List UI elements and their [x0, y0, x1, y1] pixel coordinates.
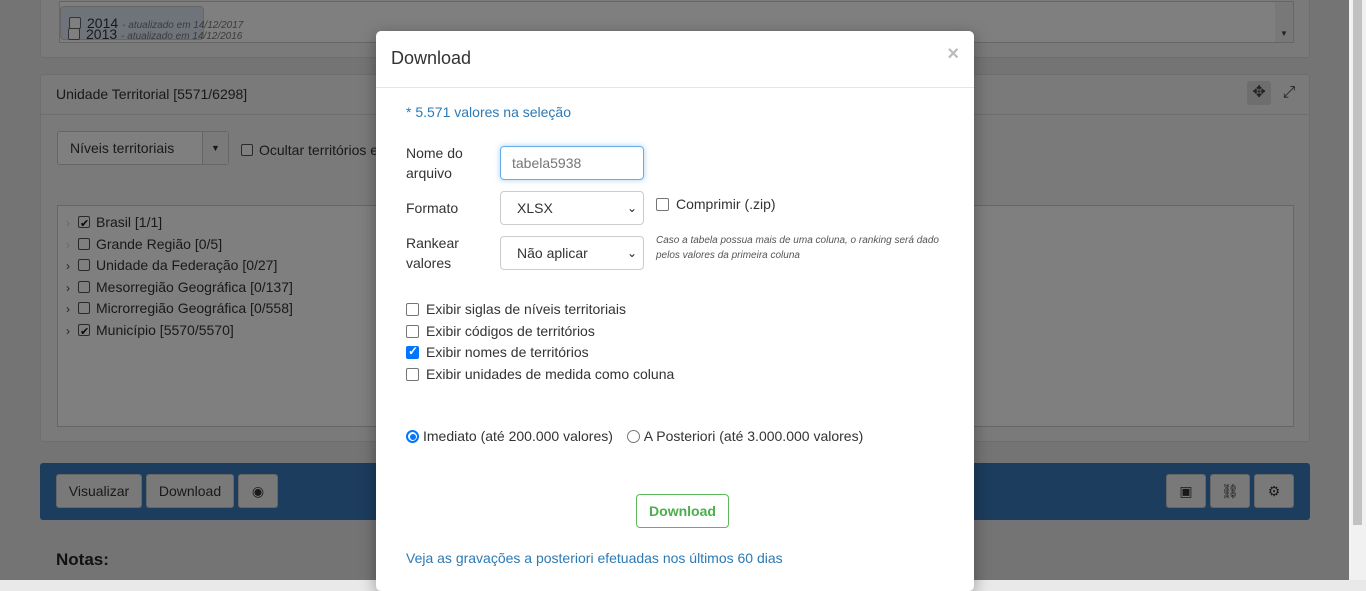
immediate-radio[interactable]: [406, 430, 419, 443]
rank-value: Não aplicar: [517, 245, 588, 261]
rank-hint: Caso a tabela possua mais de uma coluna,…: [656, 235, 939, 261]
later-radio[interactable]: [626, 430, 640, 443]
later-option[interactable]: A Posteriori (até 3.000.000 valores): [626, 428, 864, 444]
immediate-option[interactable]: Imediato (até 200.000 valores): [406, 428, 613, 444]
recordings-link[interactable]: Veja as gravações a posteriori efetuadas…: [406, 550, 783, 566]
display-option-label: Exibir siglas de níveis territoriais: [426, 301, 626, 317]
display-option[interactable]: Exibir códigos de territórios: [406, 323, 595, 339]
download-button[interactable]: Download: [636, 494, 729, 528]
filename-label: Nome do arquivo: [406, 145, 463, 181]
selection-count: * 5.571 valores na seleção: [406, 104, 571, 120]
display-option-label: Exibir nomes de territórios: [426, 344, 589, 360]
scrollbar-thumb[interactable]: [1353, 0, 1362, 525]
modal-title: Download: [391, 48, 472, 68]
zip-option[interactable]: Comprimir (.zip): [656, 196, 776, 212]
chevron-down-icon: ⌄: [626, 246, 637, 260]
modal-header: Download ×: [376, 31, 974, 88]
display-option-checkbox[interactable]: [406, 325, 419, 338]
chevron-down-icon: ⌄: [626, 201, 637, 215]
zip-checkbox[interactable]: [656, 198, 669, 211]
format-label: Formato: [406, 200, 459, 216]
rank-label: Rankear valores: [406, 235, 459, 271]
display-option-label: Exibir códigos de territórios: [426, 323, 595, 339]
format-select[interactable]: XLSX ⌄: [500, 191, 644, 225]
delivery-mode: Imediato (até 200.000 valores) A Posteri…: [406, 428, 863, 444]
immediate-label: Imediato (até 200.000 valores): [423, 428, 613, 444]
later-label: A Posteriori (até 3.000.000 valores): [643, 428, 864, 444]
display-option[interactable]: Exibir unidades de medida como coluna: [406, 366, 674, 382]
rank-select[interactable]: Não aplicar ⌄: [500, 236, 644, 270]
download-modal: Download × * 5.571 valores na seleção No…: [376, 31, 974, 591]
zip-label: Comprimir (.zip): [676, 196, 776, 212]
page-scrollbar[interactable]: [1349, 0, 1366, 580]
display-option-label: Exibir unidades de medida como coluna: [426, 366, 675, 382]
filename-input[interactable]: [500, 146, 644, 180]
display-option-checkbox[interactable]: [406, 303, 419, 316]
close-icon[interactable]: ×: [947, 43, 959, 66]
display-option-checkbox[interactable]: [406, 344, 419, 359]
display-option-checkbox[interactable]: [406, 368, 419, 381]
display-option[interactable]: Exibir siglas de níveis territoriais: [406, 301, 626, 317]
display-option[interactable]: Exibir nomes de territórios: [406, 344, 589, 360]
format-value: XLSX: [517, 200, 553, 216]
